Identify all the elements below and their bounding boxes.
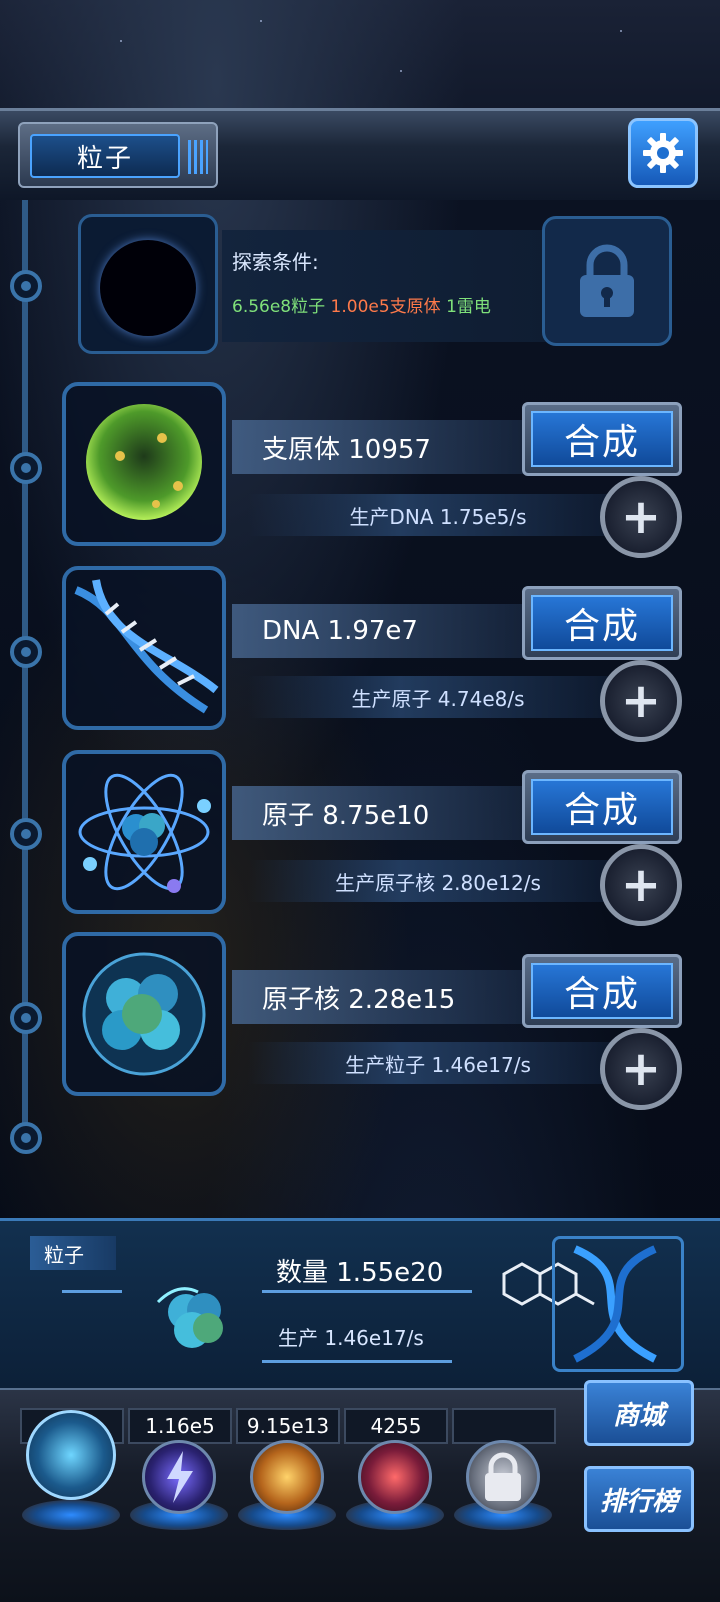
timeline-node [10,818,42,850]
condition-mycoplasma: 1.00e5支原体 [330,297,441,317]
timeline-node [10,636,42,668]
lightning-orb-icon [167,1451,193,1503]
synthesize-button-atom[interactable]: 合成 [522,770,682,844]
tab-base [22,1500,120,1530]
lock-orb-icon [485,1452,521,1501]
synthesize-label: 合成 [531,595,673,651]
timeline-end-node [10,1122,42,1154]
synthesize-button-mycoplasma[interactable]: 合成 [522,402,682,476]
gear-icon [643,133,683,173]
plus-icon: + [620,1041,662,1097]
particle-count: 数量 1.55e20 [276,1258,444,1288]
resource-production-nucleus: 生产粒子 1.46e17/s [248,1042,628,1084]
shop-button[interactable]: 商城 [584,1380,694,1446]
mycoplasma-cell-icon [86,404,202,520]
add-button-dna[interactable]: + [600,660,682,742]
condition-thunder: 1雷电 [446,297,491,317]
timeline-lock-node [10,270,42,302]
plus-icon: + [620,489,662,545]
lock-icon [580,244,634,317]
timeline-node [10,452,42,484]
particle-production: 生产 1.46e17/s [278,1326,424,1350]
explore-conditions: 6.56e8粒子 1.00e5支原体 1雷电 [232,292,491,317]
tab-count-locked [452,1408,556,1444]
star [620,30,622,32]
explore-lock-button[interactable] [542,216,672,346]
explore-condition-label: 探索条件: [232,250,319,274]
info-line [262,1360,452,1363]
dna-helix-icon [74,579,219,714]
resource-name-nucleus: 原子核 2.28e15 [232,970,532,1024]
dna-frame [552,1236,684,1372]
tab-count-brain: 4255 [344,1408,448,1444]
synthesize-button-dna[interactable]: 合成 [522,586,682,660]
resource-name-mycoplasma: 支原体 10957 [232,420,532,474]
info-line [62,1290,122,1293]
add-button-atom[interactable]: + [600,844,682,926]
nucleus-icon [82,952,206,1076]
resource-name-dna: DNA 1.97e7 [232,604,532,658]
tab-count-lightning: 1.16e5 [128,1408,232,1444]
ranking-button[interactable]: 排行榜 [584,1466,694,1532]
add-button-mycoplasma[interactable]: + [600,476,682,558]
info-tag: 粒子 [30,1236,116,1270]
star [400,70,402,72]
resource-card-mycoplasma[interactable] [62,382,226,546]
settings-button[interactable] [628,118,698,188]
tab-particle[interactable] [26,1410,116,1500]
atom-icon [78,773,211,893]
add-button-nucleus[interactable]: + [600,1028,682,1110]
plus-icon: + [620,673,662,729]
star [120,40,122,42]
synthesize-label: 合成 [531,963,673,1019]
timeline-track [22,200,28,1140]
resource-card-dna[interactable] [62,566,226,730]
condition-particles: 6.56e8粒子 [232,297,326,317]
resource-production-mycoplasma: 生产DNA 1.75e5/s [248,494,628,536]
timeline-node [10,1002,42,1034]
title-decoration [188,140,208,174]
resource-card-atom[interactable] [62,750,226,914]
plus-icon: + [620,857,662,913]
particle-cluster-icon [156,1287,223,1348]
resource-production-atom: 生产原子核 2.80e12/s [248,860,628,902]
tab-brain[interactable] [358,1440,432,1514]
page-title: 粒子 [30,134,180,178]
synthesize-label: 合成 [531,411,673,467]
resource-production-dna: 生产原子 4.74e8/s [248,676,628,718]
synthesize-button-nucleus[interactable]: 合成 [522,954,682,1028]
dna-helix-icon [573,1245,657,1363]
tab-locked[interactable] [466,1440,540,1514]
star [260,20,262,22]
synthesize-label: 合成 [531,779,673,835]
tab-count-fire: 9.15e13 [236,1408,340,1444]
info-line [262,1290,472,1293]
tab-lightning[interactable] [142,1440,216,1514]
resource-card-nucleus[interactable] [62,932,226,1096]
black-hole-icon [100,240,196,336]
resource-name-atom: 原子 8.75e10 [232,786,532,840]
tab-fire[interactable] [250,1440,324,1514]
